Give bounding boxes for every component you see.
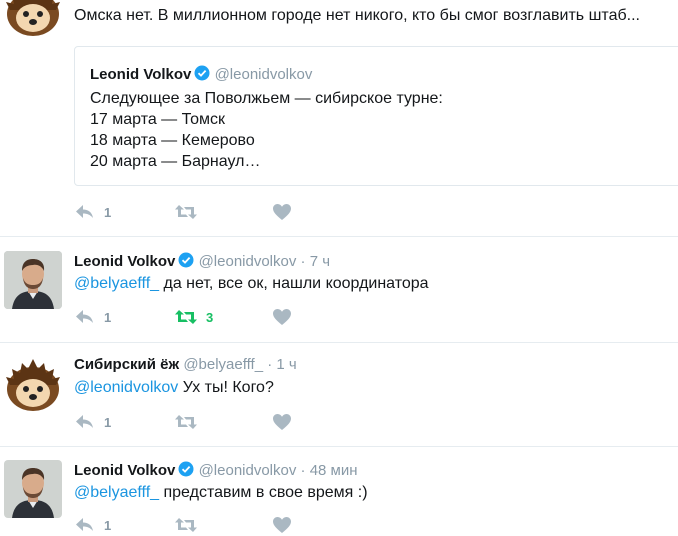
mention-link[interactable]: @leonidvolkov bbox=[74, 379, 178, 396]
author-name[interactable]: Leonid Volkov bbox=[74, 253, 175, 270]
retweet-button[interactable] bbox=[174, 413, 206, 431]
tweet-text: @belyaefff_ да нет, все ок, нашли коорди… bbox=[74, 274, 429, 294]
avatar-leonid-volkov[interactable] bbox=[4, 460, 62, 518]
retweet-icon bbox=[174, 413, 198, 431]
author-name[interactable]: Leonid Volkov bbox=[74, 462, 175, 479]
reply-icon bbox=[74, 413, 96, 431]
tweet-timestamp[interactable]: · 48 мин bbox=[301, 462, 358, 479]
quoted-tweet[interactable]: Leonid Volkov @leonidvolkov Следующее за… bbox=[74, 46, 678, 186]
retweet-button[interactable] bbox=[174, 203, 206, 221]
author-name[interactable]: Сибирский ёж bbox=[74, 356, 179, 373]
tweet-timestamp[interactable]: · 7 ч bbox=[301, 253, 331, 270]
reply-count: 1 bbox=[104, 204, 112, 220]
reply-icon bbox=[74, 203, 96, 221]
reply-button[interactable]: 1 bbox=[74, 413, 111, 431]
avatar-hedgehog[interactable] bbox=[4, 355, 62, 413]
retweet-icon bbox=[174, 203, 198, 221]
tweet-text-body: представим в свое время :) bbox=[159, 484, 368, 501]
reply-count: 1 bbox=[104, 414, 112, 430]
retweet-icon bbox=[174, 308, 198, 326]
tweet-divider bbox=[0, 446, 678, 447]
avatar-leonid-volkov[interactable] bbox=[4, 251, 62, 309]
retweet-button[interactable]: 3 bbox=[174, 308, 213, 326]
author-handle[interactable]: @belyaefff_ bbox=[183, 356, 263, 373]
tweet-text-body: Омска нет. В миллионном городе нет никог… bbox=[74, 7, 640, 24]
reply-button[interactable]: 1 bbox=[74, 308, 111, 326]
quoted-line: 17 марта — Томск bbox=[90, 111, 226, 128]
reply-count: 1 bbox=[104, 309, 112, 325]
tweet-text: @leonidvolkov Ух ты! Кого? bbox=[74, 378, 274, 398]
reply-icon bbox=[74, 308, 96, 326]
tweet-text: Омска нет. В миллионном городе нет никог… bbox=[74, 6, 640, 26]
tweet-timestamp[interactable]: · 1 ч bbox=[267, 356, 297, 373]
reply-button[interactable]: 1 bbox=[74, 203, 111, 221]
retweet-icon bbox=[174, 516, 198, 534]
mention-link[interactable]: @belyaefff_ bbox=[74, 275, 159, 292]
like-icon bbox=[272, 203, 292, 221]
like-icon bbox=[272, 516, 292, 534]
reply-count: 1 bbox=[104, 517, 112, 533]
like-button[interactable] bbox=[272, 413, 292, 431]
mention-link[interactable]: @belyaefff_ bbox=[74, 484, 159, 501]
verified-icon bbox=[178, 252, 194, 273]
tweet-text-body: Ух ты! Кого? bbox=[178, 379, 274, 396]
tweet-divider bbox=[0, 342, 678, 343]
tweet-header: Сибирский ёж @belyaefff_ · 1 ч bbox=[74, 356, 297, 374]
tweet-header: Leonid Volkov @leonidvolkov · 48 мин bbox=[74, 461, 358, 482]
retweet-button[interactable] bbox=[174, 516, 206, 534]
author-handle[interactable]: @leonidvolkov bbox=[199, 253, 297, 270]
author-handle[interactable]: @leonidvolkov bbox=[199, 462, 297, 479]
quoted-tweet-header: Leonid Volkov @leonidvolkov bbox=[90, 65, 312, 86]
tweet-text: @belyaefff_ представим в свое время :) bbox=[74, 483, 368, 503]
verified-icon bbox=[194, 65, 210, 86]
retweet-count: 3 bbox=[206, 309, 214, 325]
quoted-line: 20 марта — Барнаул… bbox=[90, 153, 261, 170]
reply-button[interactable]: 1 bbox=[74, 516, 111, 534]
tweet-header: Leonid Volkov @leonidvolkov · 7 ч bbox=[74, 252, 330, 273]
verified-icon bbox=[178, 461, 194, 482]
like-icon bbox=[272, 413, 292, 431]
avatar-hedgehog[interactable] bbox=[4, 0, 62, 38]
quoted-line: Следующее за Поволжьем — сибирское турне… bbox=[90, 90, 443, 107]
quoted-author-name[interactable]: Leonid Volkov bbox=[90, 66, 191, 83]
like-button[interactable] bbox=[272, 308, 292, 326]
reply-icon bbox=[74, 516, 96, 534]
quoted-author-handle[interactable]: @leonidvolkov bbox=[215, 66, 313, 83]
quoted-line: 18 марта — Кемерово bbox=[90, 132, 255, 149]
like-button[interactable] bbox=[272, 516, 292, 534]
tweet-divider bbox=[0, 236, 678, 237]
tweet-text-body: да нет, все ок, нашли координатора bbox=[159, 275, 429, 292]
like-icon bbox=[272, 308, 292, 326]
like-button[interactable] bbox=[272, 203, 292, 221]
